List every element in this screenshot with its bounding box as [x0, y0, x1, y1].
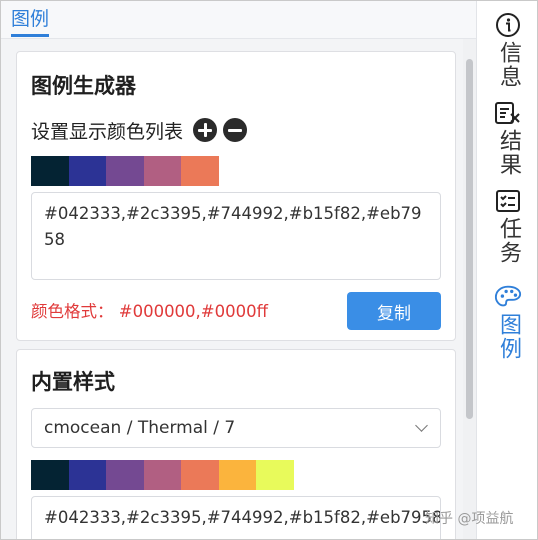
- color-swatch: [31, 460, 69, 490]
- sidebar-item-legend[interactable]: 图例: [477, 283, 537, 361]
- palette-icon: [494, 283, 522, 311]
- builtin-style-card: 内置样式 cmocean / Thermal / 7 #042333,#2c33…: [16, 349, 456, 539]
- sidebar-item-info[interactable]: 信息: [477, 11, 537, 89]
- color-swatch: [218, 460, 256, 490]
- color-swatch-strip: [31, 156, 219, 186]
- color-list-label: 设置显示颜色列表: [31, 120, 184, 143]
- chevron-down-icon: [416, 422, 428, 434]
- sidebar-item-task[interactable]: 任务: [477, 187, 537, 265]
- color-list-textarea[interactable]: #042333,#2c3395,#744992,#b15f82,#eb7958: [31, 192, 441, 280]
- builtin-color-textarea[interactable]: #042333,#2c3395,#744992,#b15f82,#eb7958,…: [31, 496, 441, 539]
- remove-color-button[interactable]: [223, 118, 248, 142]
- color-swatch: [143, 156, 181, 186]
- legend-generator-card: 图例生成器 设置显示颜色列表 #042333,#2c3395,#744992,#…: [16, 51, 456, 341]
- builtin-swatch-strip: [31, 460, 294, 490]
- builtin-style-title: 内置样式: [31, 370, 115, 394]
- color-swatch: [181, 156, 219, 186]
- tab-bar: 图例: [1, 1, 476, 39]
- style-select[interactable]: cmocean / Thermal / 7: [31, 408, 441, 448]
- scrollbar-thumb[interactable]: [466, 59, 473, 419]
- color-list-row: 设置显示颜色列表: [31, 116, 248, 144]
- color-format-hint: 颜色格式： #000000,#0000ff: [31, 302, 268, 321]
- add-color-button[interactable]: [193, 118, 218, 142]
- tab-legend[interactable]: 图例: [11, 7, 50, 37]
- color-swatch: [31, 156, 69, 186]
- sidebar-item-label: 信息: [496, 41, 521, 89]
- app-window: 图例 图例生成器 设置显示颜色列表 #042333,#2c3395,#74499…: [0, 0, 538, 540]
- task-icon: [494, 187, 522, 215]
- watermark: 知乎 @项益航: [425, 511, 514, 527]
- scrollbar[interactable]: [463, 39, 476, 539]
- sidebar-item-label: 图例: [496, 313, 521, 361]
- result-icon: [494, 99, 522, 127]
- main-panel: 图例生成器 设置显示颜色列表 #042333,#2c3395,#744992,#…: [1, 39, 463, 539]
- style-select-value: cmocean / Thermal / 7: [44, 418, 236, 438]
- legend-generator-title: 图例生成器: [31, 74, 136, 98]
- color-swatch: [143, 460, 181, 490]
- sidebar-item-label: 任务: [496, 217, 521, 265]
- color-swatch: [256, 460, 294, 490]
- color-swatch: [181, 460, 219, 490]
- right-sidebar: 信息 结果 任务 图例: [476, 1, 537, 539]
- copy-button[interactable]: 复制: [347, 292, 441, 330]
- info-icon: [494, 11, 522, 39]
- color-swatch: [68, 460, 106, 490]
- sidebar-item-result[interactable]: 结果: [477, 99, 537, 177]
- color-swatch: [68, 156, 106, 186]
- sidebar-item-label: 结果: [496, 129, 521, 177]
- color-swatch: [106, 156, 144, 186]
- color-swatch: [106, 460, 144, 490]
